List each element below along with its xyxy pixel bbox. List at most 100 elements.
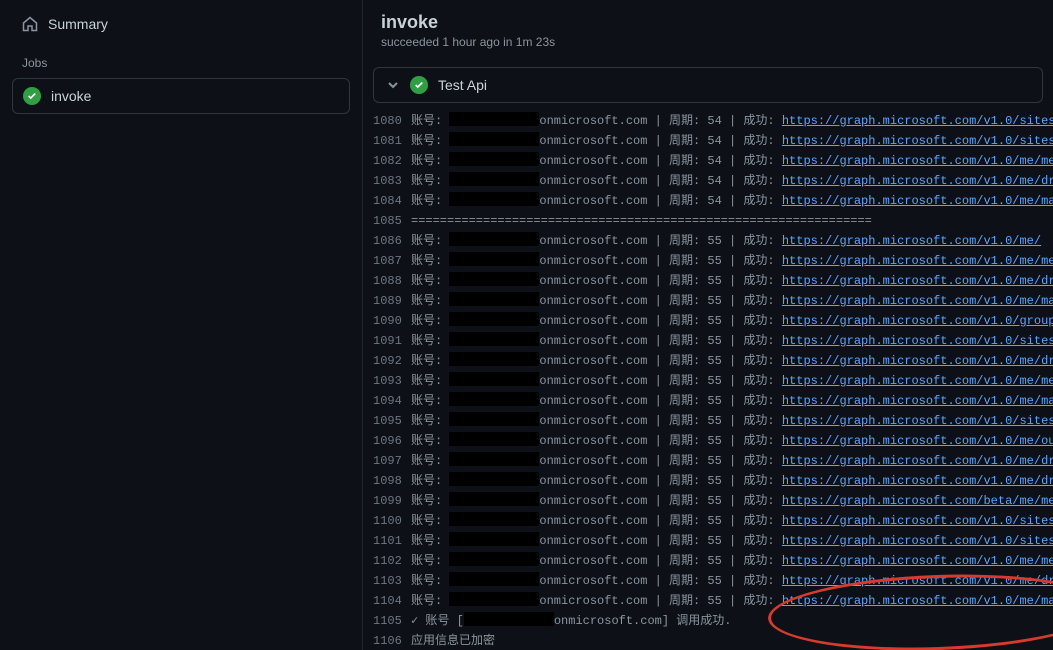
api-link[interactable]: https://graph.microsoft.com/v1.0/me/mai [782, 594, 1053, 608]
redacted-block [449, 572, 539, 586]
redacted-block [464, 612, 554, 626]
step-header[interactable]: Test Api [374, 68, 1042, 102]
line-number: 1098 [373, 471, 411, 491]
line-content: 账号: onmicrosoft.com | 周期: 55 | 成功: https… [411, 391, 1053, 411]
api-link[interactable]: https://graph.microsoft.com/v1.0/me/ [782, 234, 1041, 248]
line-number: 1093 [373, 371, 411, 391]
line-content: 应用信息已加密 [411, 631, 495, 650]
redacted-block [449, 152, 539, 166]
job-invoke[interactable]: invoke [12, 78, 350, 114]
line-number: 1095 [373, 411, 411, 431]
step-container: Test Api [373, 67, 1043, 103]
redacted-block [449, 352, 539, 366]
line-content: 账号: onmicrosoft.com | 周期: 55 | 成功: https… [411, 251, 1053, 271]
redacted-block [449, 232, 539, 246]
api-link[interactable]: https://graph.microsoft.com/v1.0/sites/ [782, 334, 1053, 348]
chevron-down-icon [386, 78, 400, 92]
line-number: 1103 [373, 571, 411, 591]
line-number: 1097 [373, 451, 411, 471]
home-icon [22, 16, 38, 32]
api-link[interactable]: https://graph.microsoft.com/v1.0/sites/ [782, 134, 1053, 148]
api-link[interactable]: https://graph.microsoft.com/v1.0/me/mes [782, 254, 1053, 268]
log-line: 1082账号: onmicrosoft.com | 周期: 54 | 成功: h… [373, 151, 1053, 171]
api-link[interactable]: https://graph.microsoft.com/v1.0/me/out [782, 434, 1053, 448]
api-link[interactable]: https://graph.microsoft.com/v1.0/groups [782, 314, 1053, 328]
log-line: 1103账号: onmicrosoft.com | 周期: 55 | 成功: h… [373, 571, 1053, 591]
line-number: 1094 [373, 391, 411, 411]
line-content: 账号: onmicrosoft.com | 周期: 55 | 成功: https… [411, 591, 1053, 611]
redacted-block [449, 332, 539, 346]
line-number: 1102 [373, 551, 411, 571]
redacted-block [449, 452, 539, 466]
line-content: 账号: onmicrosoft.com | 周期: 54 | 成功: https… [411, 191, 1053, 211]
line-content: 账号: onmicrosoft.com | 周期: 55 | 成功: https… [411, 271, 1053, 291]
log-line: 1089账号: onmicrosoft.com | 周期: 55 | 成功: h… [373, 291, 1053, 311]
job-label: invoke [51, 88, 91, 104]
success-icon [410, 76, 428, 94]
redacted-block [449, 272, 539, 286]
log-output[interactable]: 1080账号: onmicrosoft.com | 周期: 54 | 成功: h… [363, 111, 1053, 650]
api-link[interactable]: https://graph.microsoft.com/v1.0/me/dri [782, 454, 1053, 468]
log-line: 1106应用信息已加密 [373, 631, 1053, 650]
redacted-block [449, 292, 539, 306]
line-number: 1101 [373, 531, 411, 551]
line-content: 账号: onmicrosoft.com | 周期: 55 | 成功: https… [411, 331, 1053, 351]
api-link[interactable]: https://graph.microsoft.com/v1.0/me/mes [782, 554, 1053, 568]
line-content: 账号: onmicrosoft.com | 周期: 55 | 成功: https… [411, 571, 1053, 591]
page-title: invoke [381, 12, 1035, 33]
line-content: ✓ 账号 [onmicrosoft.com] 调用成功. [411, 611, 731, 631]
redacted-block [449, 432, 539, 446]
line-number: 1105 [373, 611, 411, 631]
line-content: ========================================… [411, 211, 872, 231]
api-link[interactable]: https://graph.microsoft.com/v1.0/me/dri [782, 354, 1053, 368]
line-content: 账号: onmicrosoft.com | 周期: 55 | 成功: https… [411, 471, 1053, 491]
log-line: 1084账号: onmicrosoft.com | 周期: 54 | 成功: h… [373, 191, 1053, 211]
log-line: 1091账号: onmicrosoft.com | 周期: 55 | 成功: h… [373, 331, 1053, 351]
line-number: 1096 [373, 431, 411, 451]
api-link[interactable]: https://graph.microsoft.com/v1.0/sites/ [782, 514, 1053, 528]
api-link[interactable]: https://graph.microsoft.com/v1.0/me/mai [782, 394, 1053, 408]
redacted-block [449, 112, 539, 126]
redacted-block [449, 392, 539, 406]
log-line: 1102账号: onmicrosoft.com | 周期: 55 | 成功: h… [373, 551, 1053, 571]
api-link[interactable]: https://graph.microsoft.com/v1.0/me/dri [782, 474, 1053, 488]
log-line: 1095账号: onmicrosoft.com | 周期: 55 | 成功: h… [373, 411, 1053, 431]
line-number: 1100 [373, 511, 411, 531]
redacted-block [449, 472, 539, 486]
line-number: 1083 [373, 171, 411, 191]
api-link[interactable]: https://graph.microsoft.com/v1.0/me/mai [782, 194, 1053, 208]
redacted-block [449, 492, 539, 506]
line-number: 1086 [373, 231, 411, 251]
redacted-block [449, 592, 539, 606]
api-link[interactable]: https://graph.microsoft.com/v1.0/me/dri [782, 274, 1053, 288]
log-line: 1092账号: onmicrosoft.com | 周期: 55 | 成功: h… [373, 351, 1053, 371]
redacted-block [449, 172, 539, 186]
api-link[interactable]: https://graph.microsoft.com/v1.0/sites/ [782, 114, 1053, 128]
api-link[interactable]: https://graph.microsoft.com/v1.0/me/mai [782, 294, 1053, 308]
summary-nav[interactable]: Summary [12, 8, 350, 40]
log-line: 1080账号: onmicrosoft.com | 周期: 54 | 成功: h… [373, 111, 1053, 131]
log-line: 1087账号: onmicrosoft.com | 周期: 55 | 成功: h… [373, 251, 1053, 271]
api-link[interactable]: https://graph.microsoft.com/v1.0/me/mes [782, 154, 1053, 168]
line-number: 1106 [373, 631, 411, 650]
api-link[interactable]: https://graph.microsoft.com/v1.0/sites/ [782, 534, 1053, 548]
api-link[interactable]: https://graph.microsoft.com/v1.0/me/dri [782, 574, 1053, 588]
line-number: 1089 [373, 291, 411, 311]
log-line: 1088账号: onmicrosoft.com | 周期: 55 | 成功: h… [373, 271, 1053, 291]
log-line: 1100账号: onmicrosoft.com | 周期: 55 | 成功: h… [373, 511, 1053, 531]
line-content: 账号: onmicrosoft.com | 周期: 55 | 成功: https… [411, 551, 1053, 571]
line-number: 1104 [373, 591, 411, 611]
api-link[interactable]: https://graph.microsoft.com/v1.0/me/mes [782, 374, 1053, 388]
line-content: 账号: onmicrosoft.com | 周期: 55 | 成功: https… [411, 231, 1041, 251]
redacted-block [449, 192, 539, 206]
line-number: 1092 [373, 351, 411, 371]
log-line: 1086账号: onmicrosoft.com | 周期: 55 | 成功: h… [373, 231, 1053, 251]
api-link[interactable]: https://graph.microsoft.com/v1.0/me/dri [782, 174, 1053, 188]
api-link[interactable]: https://graph.microsoft.com/beta/me/mes [782, 494, 1053, 508]
log-line: 1101账号: onmicrosoft.com | 周期: 55 | 成功: h… [373, 531, 1053, 551]
log-line: 1081账号: onmicrosoft.com | 周期: 54 | 成功: h… [373, 131, 1053, 151]
redacted-block [449, 412, 539, 426]
api-link[interactable]: https://graph.microsoft.com/v1.0/sites/ [782, 414, 1053, 428]
line-content: 账号: onmicrosoft.com | 周期: 54 | 成功: https… [411, 151, 1053, 171]
redacted-block [449, 132, 539, 146]
